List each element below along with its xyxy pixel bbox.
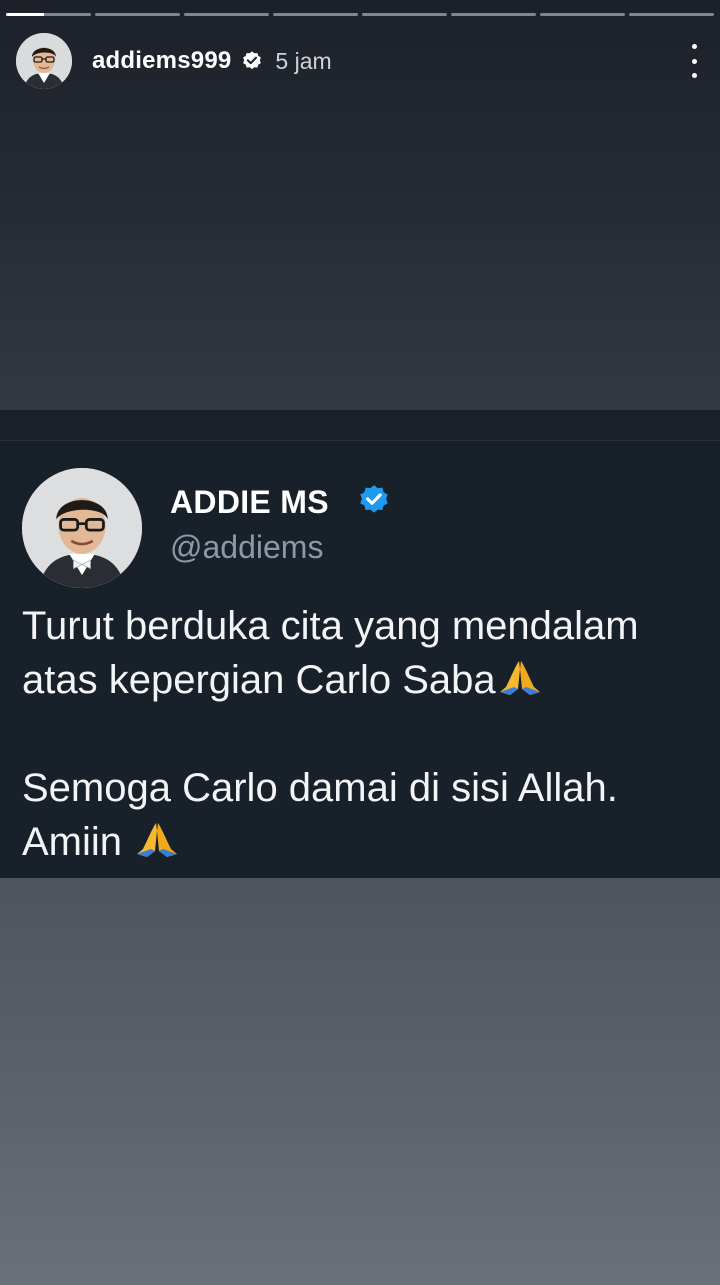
progress-segment [362, 13, 447, 16]
verified-badge-icon [360, 485, 388, 513]
progress-segment [273, 13, 358, 16]
tweet-body: Turut berduka cita yang mendalam atas kep… [22, 599, 720, 869]
progress-segment [451, 13, 536, 16]
progress-segment [629, 13, 714, 16]
tweet-line: atas kepergian Carlo Saba [22, 658, 496, 702]
tweet-avatar [22, 468, 142, 588]
tweet-line-with-emoji: Amiin [22, 815, 720, 869]
story-viewer[interactable]: addiems999 5 jam ADDIE MS @addiems Turut… [0, 0, 720, 1285]
tweet-card: ADDIE MS @addiems Turut berduka cita yan… [0, 440, 720, 879]
progress-segment [6, 13, 91, 16]
avatar[interactable] [16, 33, 72, 89]
story-timestamp: 5 jam [275, 47, 332, 74]
story-progress-bar [6, 13, 714, 16]
folded-hands-icon [137, 823, 178, 857]
tweet-line: Turut berduka cita yang mendalam [22, 604, 639, 648]
story-background-lower [0, 878, 720, 1285]
story-username[interactable]: addiems999 [92, 47, 231, 75]
folded-hands-icon [499, 661, 540, 695]
tweet-line-with-emoji: atas kepergian Carlo Saba [22, 653, 720, 707]
tweet-avatar-image [22, 468, 142, 588]
tweet-card-top-edge [0, 410, 720, 440]
progress-segment [540, 13, 625, 16]
progress-fill [6, 13, 45, 16]
tweet-display-name: ADDIE MS [170, 484, 329, 520]
progress-segment [95, 13, 180, 16]
tweet-line: Amiin [22, 820, 123, 864]
more-vertical-icon[interactable] [684, 42, 704, 80]
progress-segment [184, 13, 269, 16]
tweet-handle: @addiems [170, 529, 324, 565]
verified-badge-icon [243, 51, 262, 70]
tweet-line: Semoga Carlo damai di sisi Allah. [22, 766, 618, 810]
avatar-image [16, 33, 72, 89]
story-header: addiems999 5 jam [16, 32, 704, 90]
